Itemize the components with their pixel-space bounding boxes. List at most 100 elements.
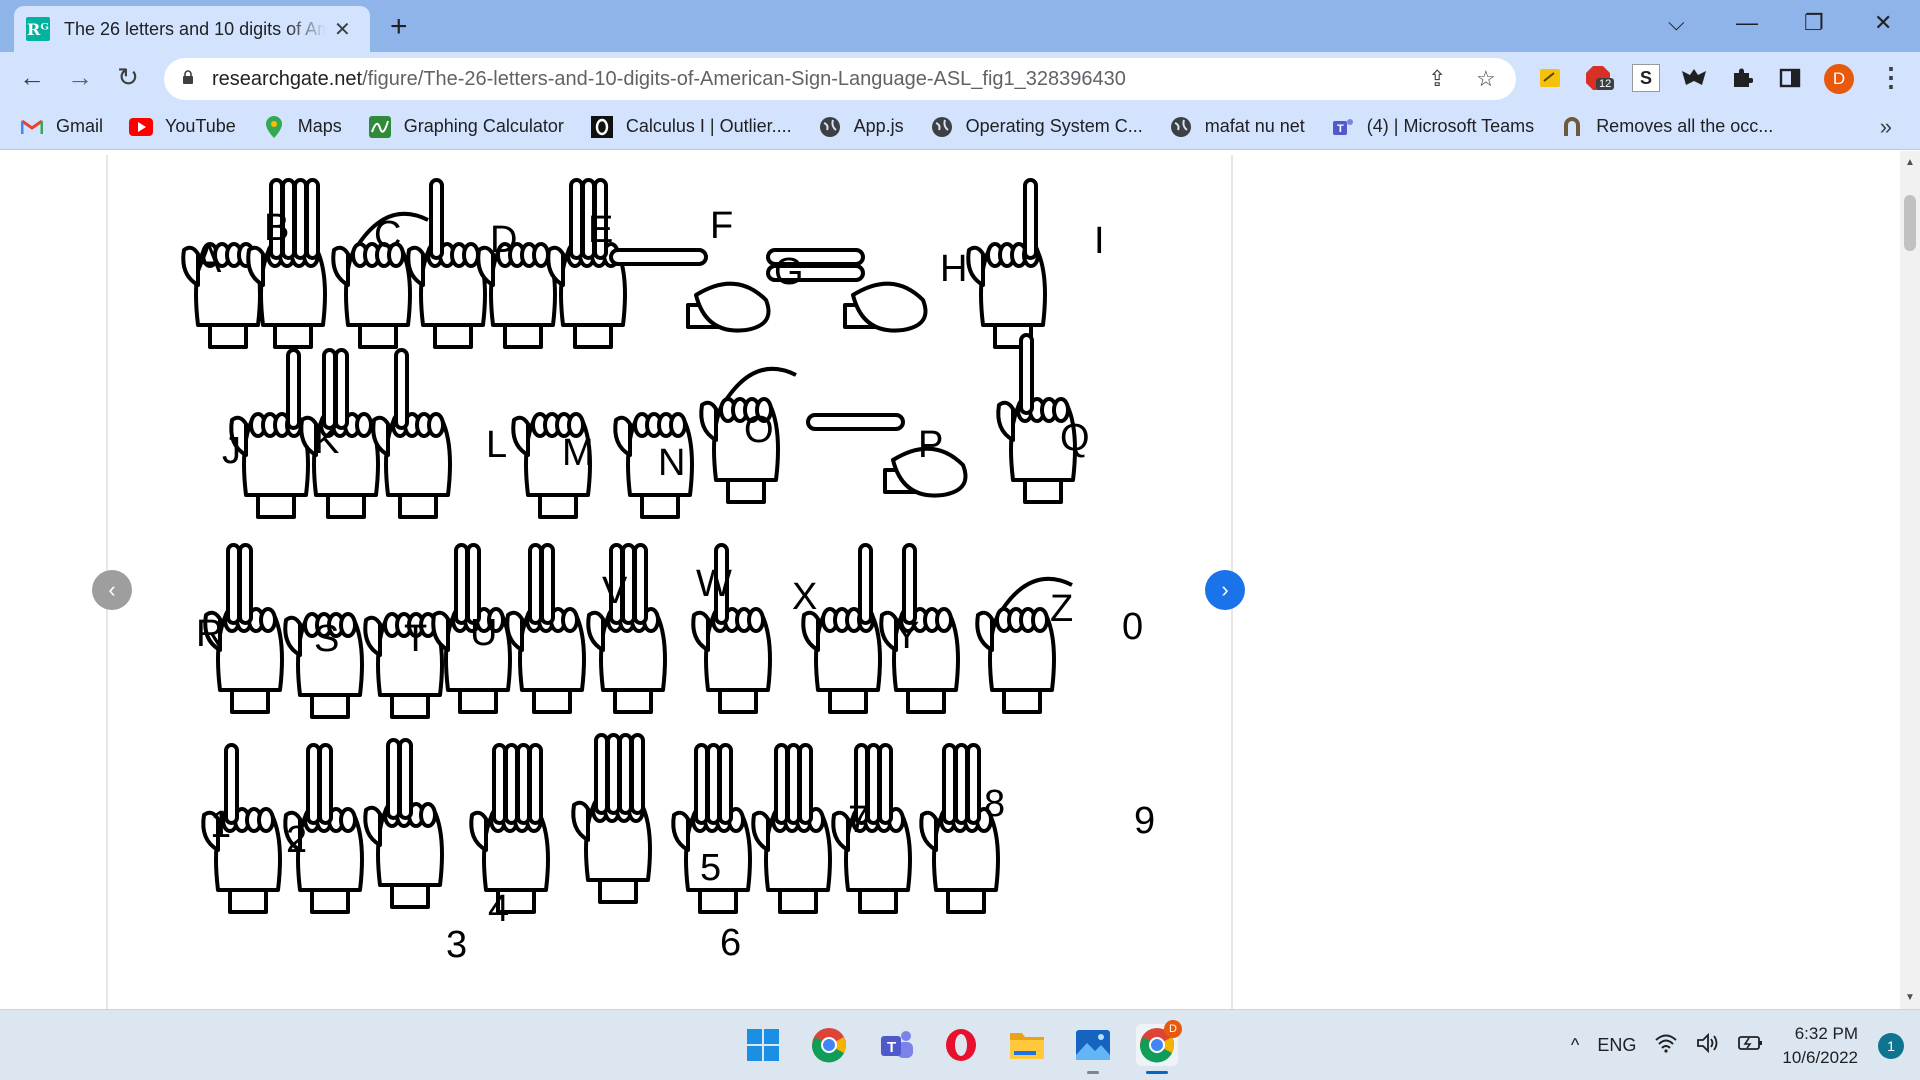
url-path: /figure/The-26-letters-and-10-digits-of-… bbox=[362, 68, 1126, 90]
next-figure-button[interactable]: › bbox=[1205, 570, 1245, 610]
letter-r-label: R bbox=[196, 613, 223, 655]
digit-3-label: 3 bbox=[446, 924, 467, 966]
volume-icon[interactable] bbox=[1696, 1032, 1720, 1058]
scroll-up-arrow-icon[interactable]: ▲ bbox=[1900, 157, 1920, 168]
bookmark-calculus-outlier[interactable]: Calculus I | Outlier.... bbox=[590, 115, 792, 139]
browser-toolbar: ← → ↻ researchgate.net/figure/The-26-let… bbox=[0, 52, 1920, 104]
letter-k-label: K bbox=[314, 420, 339, 462]
taskbar-teams[interactable]: T bbox=[876, 1024, 918, 1066]
photos-icon bbox=[1076, 1030, 1110, 1060]
letter-j-label: J bbox=[222, 430, 241, 472]
bookmark-label: Graphing Calculator bbox=[403, 116, 564, 136]
bookmark-label: App.js bbox=[853, 116, 904, 136]
battery-icon[interactable] bbox=[1738, 1033, 1764, 1058]
vertical-scrollbar[interactable]: ▲ ▼ bbox=[1900, 151, 1920, 1009]
bookmark-star-icon[interactable]: ☆ bbox=[1476, 66, 1496, 92]
extension-bat-icon[interactable] bbox=[1680, 64, 1708, 92]
browser-menu-button[interactable]: ⋮ bbox=[1878, 62, 1904, 93]
tab-search-button[interactable]: ⌵ bbox=[1668, 10, 1685, 36]
letter-f-label: F bbox=[710, 205, 733, 247]
profile-avatar[interactable]: D bbox=[1824, 64, 1854, 94]
url-host: researchgate.net bbox=[212, 68, 363, 90]
taskbar-file-explorer[interactable] bbox=[1006, 1024, 1048, 1066]
extension-s-icon[interactable]: S bbox=[1632, 64, 1660, 92]
side-panel-icon[interactable] bbox=[1776, 64, 1804, 92]
language-indicator[interactable]: ENG bbox=[1597, 1035, 1636, 1056]
taskbar-chrome-profile-active[interactable]: D bbox=[1136, 1020, 1182, 1074]
hand-sign-drawing bbox=[919, 743, 1000, 914]
page-content: A B C D E F G H I J K L M N O P Q R S T bbox=[0, 151, 1900, 1015]
bookmark-appjs[interactable]: App.js bbox=[818, 115, 904, 139]
forward-button[interactable]: → bbox=[62, 62, 98, 93]
scroll-down-arrow-icon[interactable]: ▼ bbox=[1900, 992, 1920, 1003]
new-tab-button[interactable]: + bbox=[390, 10, 408, 44]
letter-n-label: N bbox=[658, 442, 685, 484]
hand-sign-drawing bbox=[966, 178, 1047, 349]
reload-button[interactable]: ↻ bbox=[110, 62, 146, 93]
bookmarks-overflow-button[interactable]: » bbox=[1880, 114, 1892, 140]
bookmark-label: Maps bbox=[297, 116, 342, 136]
windows-logo-icon bbox=[747, 1029, 779, 1061]
url-text[interactable]: researchgate.net/figure/The-26-letters-a… bbox=[212, 68, 1126, 91]
bookmark-mafat[interactable]: mafat nu net bbox=[1169, 115, 1305, 139]
taskbar-chrome[interactable] bbox=[808, 1024, 850, 1066]
clock[interactable]: 6:32 PM 10/6/2022 bbox=[1782, 1022, 1858, 1070]
scrollbar-thumb[interactable] bbox=[1904, 195, 1916, 251]
globe-icon bbox=[818, 115, 842, 139]
show-hidden-icons-button[interactable]: ^ bbox=[1571, 1035, 1579, 1056]
hand-sign-drawing bbox=[879, 543, 960, 714]
extensions-puzzle-icon[interactable] bbox=[1728, 64, 1756, 92]
digit-4-label: 4 bbox=[488, 888, 509, 930]
bookmark-gmail[interactable]: Gmail bbox=[20, 115, 103, 139]
bookmark-removes-all[interactable]: Removes all the occ... bbox=[1560, 115, 1773, 139]
bookmarks-bar: Gmail YouTube Maps Graphing Calculator C… bbox=[0, 104, 1920, 150]
bookmark-label: YouTube bbox=[165, 116, 236, 136]
back-button[interactable]: ← bbox=[14, 62, 50, 93]
letter-y-label: Y bbox=[894, 615, 919, 657]
bookmark-graphing-calculator[interactable]: Graphing Calculator bbox=[368, 115, 564, 139]
youtube-icon bbox=[129, 115, 154, 139]
address-bar[interactable]: researchgate.net/figure/The-26-letters-a… bbox=[164, 58, 1516, 100]
bookmark-operating-system[interactable]: Operating System C... bbox=[930, 115, 1143, 139]
bookmark-maps[interactable]: Maps bbox=[262, 115, 342, 139]
letter-z-label: Z bbox=[1050, 588, 1073, 630]
lock-icon[interactable] bbox=[182, 70, 194, 84]
hand-sign-drawing bbox=[831, 743, 912, 914]
bookmark-label: Gmail bbox=[56, 116, 104, 136]
extension-notes-icon[interactable] bbox=[1536, 64, 1564, 92]
teams-icon: T bbox=[881, 1031, 913, 1058]
hand-sign-drawing bbox=[505, 543, 586, 714]
start-button[interactable] bbox=[742, 1024, 784, 1066]
hand-sign-drawing bbox=[801, 543, 882, 714]
wifi-icon[interactable] bbox=[1654, 1033, 1678, 1058]
svg-text:T: T bbox=[887, 1039, 896, 1056]
hand-sign-drawing bbox=[751, 743, 832, 914]
letter-g-label: G bbox=[774, 251, 804, 293]
browser-tab-active[interactable]: Rᴳ The 26 letters and 10 digits of Ameri… bbox=[14, 6, 370, 52]
taskbar-photos[interactable] bbox=[1072, 1024, 1114, 1074]
minimize-button[interactable]: — bbox=[1736, 10, 1758, 36]
bookmark-label: Operating System C... bbox=[965, 116, 1143, 136]
bookmark-microsoft-teams[interactable]: T (4) | Microsoft Teams bbox=[1331, 115, 1534, 139]
tab-title: The 26 letters and 10 digits of American… bbox=[64, 18, 326, 39]
digit-5-label: 5 bbox=[700, 847, 721, 889]
bookmark-youtube[interactable]: YouTube bbox=[129, 115, 236, 139]
gmail-icon bbox=[20, 115, 44, 139]
previous-figure-button[interactable]: ‹ bbox=[92, 570, 132, 610]
hand-sign-drawing bbox=[571, 733, 652, 904]
teams-icon: T bbox=[1331, 115, 1355, 139]
letter-e-label: E bbox=[588, 209, 613, 251]
close-window-button[interactable]: ✕ bbox=[1874, 10, 1892, 36]
tab-strip: Rᴳ The 26 letters and 10 digits of Ameri… bbox=[0, 0, 1920, 52]
letter-v-label: V bbox=[602, 570, 628, 612]
share-icon[interactable]: ⇪ bbox=[1428, 66, 1446, 92]
bookmark-label: Removes all the occ... bbox=[1596, 116, 1774, 136]
hand-sign-drawing bbox=[363, 738, 444, 909]
tab-close-button[interactable]: ✕ bbox=[334, 17, 351, 42]
notification-badge[interactable]: 1 bbox=[1878, 1032, 1904, 1059]
maps-icon bbox=[262, 115, 286, 139]
restore-button[interactable]: ❐ bbox=[1804, 10, 1824, 36]
extension-adblock-icon[interactable]: 12 bbox=[1584, 64, 1615, 92]
hand-sign-drawing bbox=[469, 743, 550, 914]
taskbar-opera[interactable] bbox=[940, 1024, 982, 1066]
